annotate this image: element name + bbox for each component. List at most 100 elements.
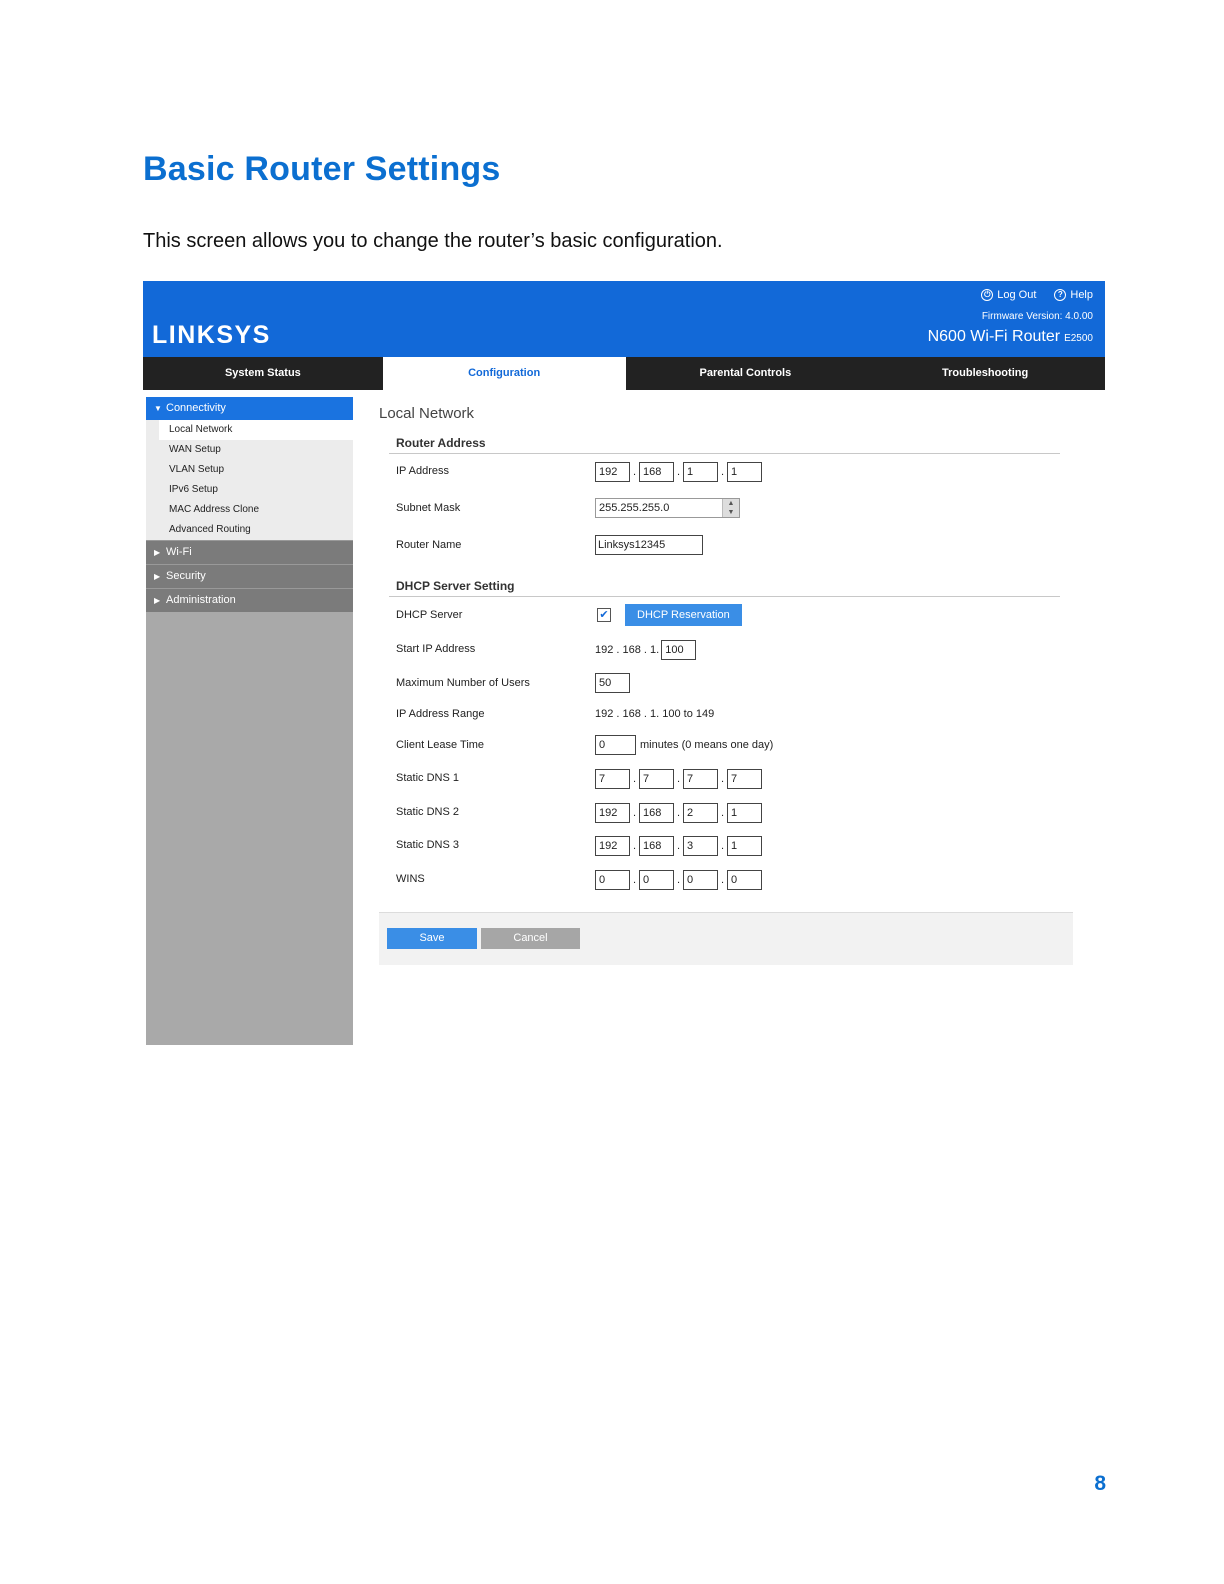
tab-troubleshooting[interactable]: Troubleshooting bbox=[865, 357, 1105, 390]
sidebar-item-wan-setup[interactable]: WAN Setup bbox=[146, 440, 353, 460]
sidebar-group-label: Administration bbox=[166, 594, 236, 606]
dhcp-server-field: ✔ DHCP Reservation bbox=[595, 604, 742, 626]
logout-label: Log Out bbox=[997, 289, 1037, 301]
sidebar-item-ipv6-setup[interactable]: IPv6 Setup bbox=[146, 480, 353, 500]
content-title: Local Network bbox=[379, 405, 475, 422]
lease-time-note: minutes (0 means one day) bbox=[640, 739, 774, 751]
page-number: 8 bbox=[1094, 1472, 1106, 1495]
model-code: E2500 bbox=[1064, 333, 1093, 344]
ip-address-label: IP Address bbox=[396, 465, 449, 477]
form-footer: Save Cancel bbox=[379, 912, 1073, 965]
dhcp-reservation-button[interactable]: DHCP Reservation bbox=[625, 604, 742, 626]
static-dns2-label: Static DNS 2 bbox=[396, 806, 459, 818]
section-router-address: Router Address bbox=[396, 436, 486, 450]
save-button[interactable]: Save bbox=[387, 928, 477, 949]
power-icon: ⏻ bbox=[981, 289, 994, 301]
help-icon: ? bbox=[1054, 289, 1067, 301]
dns2-octet-2[interactable]: 168 bbox=[639, 803, 674, 823]
sidebar-item-local-network[interactable]: Local Network bbox=[159, 420, 353, 440]
router-screenshot: LINKSYS ⏻ Log Out ? Help Firmware Versio… bbox=[143, 281, 1105, 1046]
router-model: N600 Wi-Fi Router E2500 bbox=[928, 328, 1093, 346]
wins-label: WINS bbox=[396, 873, 425, 885]
ip-range-value: 192 . 168 . 1. 100 to 149 bbox=[595, 708, 715, 720]
start-ip-label: Start IP Address bbox=[396, 643, 476, 655]
sidebar-group-administration[interactable]: ▶ Administration bbox=[146, 588, 353, 612]
dns3-octet-2[interactable]: 168 bbox=[639, 836, 674, 856]
dhcp-server-checkbox[interactable]: ✔ bbox=[597, 608, 611, 622]
max-users-input[interactable]: 50 bbox=[595, 673, 630, 693]
ip-octet-1[interactable]: 192 bbox=[595, 462, 630, 482]
dns1-octet-2[interactable]: 7 bbox=[639, 769, 674, 789]
lease-time-field: 0 minutes (0 means one day) bbox=[595, 735, 773, 755]
subnet-mask-field: 255.255.255.0 ▲ ▼ bbox=[595, 498, 740, 518]
document-intro: This screen allows you to change the rou… bbox=[143, 230, 723, 252]
divider bbox=[389, 453, 1060, 454]
ip-octet-2[interactable]: 168 bbox=[639, 462, 674, 482]
connectivity-submenu: Local Network WAN Setup VLAN Setup IPv6 … bbox=[146, 420, 353, 540]
dns3-octet-1[interactable]: 192 bbox=[595, 836, 630, 856]
ip-octet-3[interactable]: 1 bbox=[683, 462, 718, 482]
sidebar-group-label: Wi-Fi bbox=[166, 546, 192, 558]
dns3-octet-4[interactable]: 1 bbox=[727, 836, 762, 856]
max-users-field: 50 bbox=[595, 673, 630, 693]
subnet-mask-value: 255.255.255.0 bbox=[599, 502, 670, 514]
lease-time-label: Client Lease Time bbox=[396, 739, 485, 751]
router-name-field: Linksys12345 bbox=[595, 535, 703, 555]
subnet-mask-label: Subnet Mask bbox=[396, 502, 461, 514]
router-name-label: Router Name bbox=[396, 539, 462, 551]
static-dns1-fields: 7. 7. 7. 7 bbox=[595, 769, 762, 789]
caret-right-icon: ▶ bbox=[154, 548, 161, 557]
dns1-octet-4[interactable]: 7 bbox=[727, 769, 762, 789]
sidebar: ▼ Connectivity Local Network WAN Setup VL… bbox=[146, 397, 353, 1045]
dns1-octet-1[interactable]: 7 bbox=[595, 769, 630, 789]
sidebar-group-label: Security bbox=[166, 570, 206, 582]
cancel-button[interactable]: Cancel bbox=[481, 928, 580, 949]
dns2-octet-4[interactable]: 1 bbox=[727, 803, 762, 823]
lease-time-input[interactable]: 0 bbox=[595, 735, 636, 755]
dhcp-server-label: DHCP Server bbox=[396, 609, 463, 621]
linksys-logo: LINKSYS bbox=[152, 321, 271, 349]
sidebar-group-security[interactable]: ▶ Security bbox=[146, 564, 353, 588]
tab-configuration[interactable]: Configuration bbox=[382, 357, 626, 390]
divider bbox=[389, 596, 1060, 597]
subnet-mask-select[interactable]: 255.255.255.0 ▲ ▼ bbox=[595, 498, 740, 518]
logout-link[interactable]: ⏻ Log Out bbox=[981, 289, 1036, 301]
header-links: ⏻ Log Out ? Help bbox=[981, 289, 1093, 301]
dns2-octet-3[interactable]: 2 bbox=[683, 803, 718, 823]
app-header: LINKSYS ⏻ Log Out ? Help Firmware Versio… bbox=[143, 281, 1105, 357]
sidebar-group-wifi[interactable]: ▶ Wi-Fi bbox=[146, 540, 353, 564]
sidebar-group-connectivity[interactable]: ▼ Connectivity bbox=[146, 397, 353, 420]
ip-range-label: IP Address Range bbox=[396, 708, 485, 720]
sidebar-item-mac-address-clone[interactable]: MAC Address Clone bbox=[146, 500, 353, 520]
wins-octet-3[interactable]: 0 bbox=[683, 870, 718, 890]
caret-right-icon: ▶ bbox=[154, 596, 161, 605]
tab-system-status[interactable]: System Status bbox=[143, 357, 383, 390]
static-dns3-label: Static DNS 3 bbox=[396, 839, 459, 851]
static-dns2-fields: 192. 168. 2. 1 bbox=[595, 803, 762, 823]
static-dns3-fields: 192. 168. 3. 1 bbox=[595, 836, 762, 856]
help-link[interactable]: ? Help bbox=[1054, 289, 1093, 301]
wins-octet-4[interactable]: 0 bbox=[727, 870, 762, 890]
section-dhcp: DHCP Server Setting bbox=[396, 579, 515, 593]
router-name-input[interactable]: Linksys12345 bbox=[595, 535, 703, 555]
tab-parental-controls[interactable]: Parental Controls bbox=[626, 357, 866, 390]
static-dns1-label: Static DNS 1 bbox=[396, 772, 459, 784]
wins-octet-1[interactable]: 0 bbox=[595, 870, 630, 890]
firmware-version: Firmware Version: 4.0.00 bbox=[981, 311, 1093, 322]
start-ip-input[interactable]: 100 bbox=[661, 640, 697, 660]
dns3-octet-3[interactable]: 3 bbox=[683, 836, 718, 856]
document-title: Basic Router Settings bbox=[143, 150, 501, 188]
ip-address-fields: 192. 168. 1. 1 bbox=[595, 462, 762, 482]
model-name: N600 Wi-Fi Router bbox=[927, 328, 1061, 345]
ip-octet-4[interactable]: 1 bbox=[727, 462, 762, 482]
start-ip-prefix: 192 . 168 . 1. bbox=[595, 644, 660, 656]
sidebar-item-advanced-routing[interactable]: Advanced Routing bbox=[146, 520, 353, 540]
dns1-octet-3[interactable]: 7 bbox=[683, 769, 718, 789]
dns2-octet-1[interactable]: 192 bbox=[595, 803, 630, 823]
wins-fields: 0. 0. 0. 0 bbox=[595, 870, 762, 890]
max-users-label: Maximum Number of Users bbox=[396, 677, 530, 689]
sidebar-item-vlan-setup[interactable]: VLAN Setup bbox=[146, 460, 353, 480]
wins-octet-2[interactable]: 0 bbox=[639, 870, 674, 890]
caret-down-icon: ▼ bbox=[154, 404, 162, 413]
start-ip-field: 192 . 168 . 1. 100 bbox=[595, 640, 697, 660]
